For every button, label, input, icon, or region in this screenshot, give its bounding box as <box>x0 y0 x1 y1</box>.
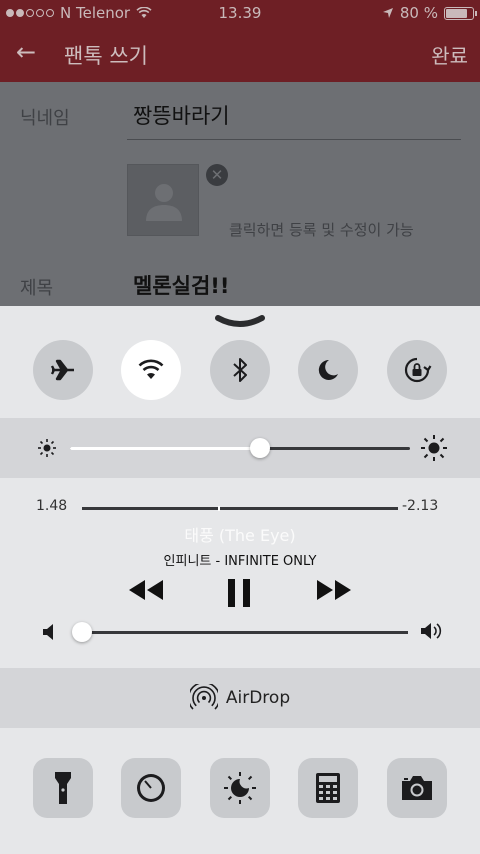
elapsed-time: 1.48 <box>36 498 68 514</box>
do-not-disturb-toggle[interactable] <box>298 340 358 400</box>
brightness-slider[interactable] <box>70 438 410 458</box>
camera-button[interactable] <box>387 758 447 818</box>
volume-thumb[interactable] <box>72 622 92 642</box>
volume-slider[interactable] <box>72 622 408 642</box>
night-shift-icon <box>224 772 256 804</box>
location-arrow-icon <box>382 8 393 18</box>
app-header: ← 팬톡 쓰기 완료 <box>0 26 480 82</box>
remaining-time: -2.13 <box>402 498 439 514</box>
rotation-lock-toggle[interactable] <box>387 340 447 400</box>
nickname-label: 닉네임 <box>20 108 70 129</box>
pause-icon[interactable] <box>226 578 252 608</box>
now-playing: 1.48 -2.13 태풍 (The Eye) 인피니트 - INFINITE … <box>0 478 480 668</box>
person-icon <box>146 184 182 221</box>
subject-label: 제목 <box>20 278 54 299</box>
timer-button[interactable] <box>121 758 181 818</box>
fantalk-form: 닉네임 짱뜽바라기 ✕ 클릭하면 등록 및 수정이 가능 제목 멜론실검!! <box>0 82 480 306</box>
flashlight-button[interactable] <box>33 758 93 818</box>
brightness-thumb[interactable] <box>250 438 271 458</box>
photo-hint: 클릭하면 등록 및 수정이 가능 <box>229 221 414 239</box>
volume-low-icon <box>43 624 53 640</box>
rotation-lock-icon <box>404 357 432 383</box>
playback-position[interactable] <box>217 506 220 511</box>
airplane-mode-toggle[interactable] <box>33 340 93 400</box>
brightness-low-icon <box>38 439 56 457</box>
done-button[interactable]: 완료 <box>431 40 468 69</box>
battery-percent: 80 % <box>399 4 438 22</box>
back-arrow-icon[interactable]: ← <box>16 38 36 66</box>
calculator-button[interactable] <box>298 758 358 818</box>
song-title: 태풍 (The Eye) <box>184 526 296 545</box>
rewind-icon[interactable] <box>127 578 165 602</box>
timer-icon <box>137 774 165 802</box>
bluetooth-toggle[interactable] <box>210 340 270 400</box>
airdrop-icon <box>189 684 218 710</box>
wifi-toggle[interactable] <box>121 340 181 400</box>
brightness-band <box>0 418 480 478</box>
bluetooth-icon <box>233 358 247 382</box>
moon-icon <box>318 359 338 380</box>
shortcut-row <box>0 728 480 854</box>
airdrop-button[interactable]: AirDrop <box>0 668 480 728</box>
playback-scrubber[interactable] <box>82 506 398 511</box>
profile-photo-placeholder[interactable] <box>127 164 199 236</box>
status-bar: N Telenor 13.39 80 % <box>0 0 480 26</box>
remove-photo-icon[interactable]: ✕ <box>206 164 228 186</box>
brightness-high-icon <box>421 435 447 461</box>
battery-icon <box>444 6 477 20</box>
wifi-icon <box>138 359 164 379</box>
flashlight-icon <box>55 772 71 804</box>
subject-field[interactable]: 멜론실검!! <box>133 270 229 300</box>
nickname-field[interactable]: 짱뜽바라기 <box>133 100 230 130</box>
grabber-chevron-icon[interactable] <box>214 314 266 330</box>
artist-album: 인피니트 - INFINITE ONLY <box>163 554 317 569</box>
airdrop-label: AirDrop <box>225 688 291 708</box>
volume-high-icon <box>421 623 442 639</box>
status-right: 80 % <box>382 4 477 22</box>
brightness-fill <box>70 447 261 450</box>
airplane-icon <box>50 359 74 381</box>
control-center: 1.48 -2.13 태풍 (The Eye) 인피니트 - INFINITE … <box>0 306 480 854</box>
calculator-icon <box>316 773 340 803</box>
night-shift-button[interactable] <box>210 758 270 818</box>
fast-forward-icon[interactable] <box>315 578 353 602</box>
page-title: 팬톡 쓰기 <box>64 44 148 68</box>
nickname-underline <box>127 139 461 140</box>
toggle-row <box>0 340 480 402</box>
camera-icon <box>402 776 432 800</box>
